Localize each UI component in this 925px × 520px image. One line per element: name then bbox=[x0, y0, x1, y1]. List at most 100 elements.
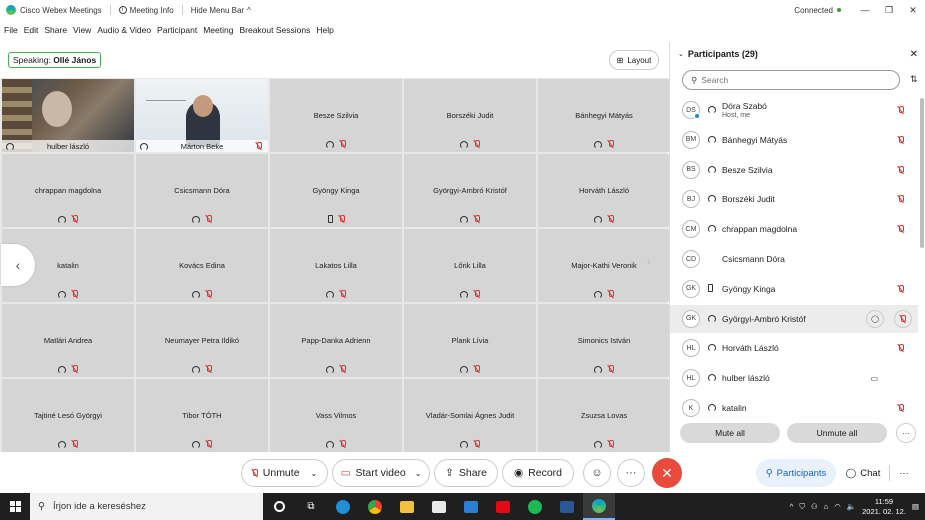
file-explorer-icon[interactable] bbox=[391, 493, 423, 520]
chat-button[interactable]: ◯ Chat bbox=[838, 459, 888, 487]
muted-mic-icon[interactable] bbox=[898, 284, 904, 293]
clock[interactable]: 11:59 2021. 02. 12. bbox=[862, 497, 906, 517]
muted-mic-icon[interactable] bbox=[898, 106, 904, 114]
participant-tile[interactable]: Tajtiné Lesó Györgyi bbox=[2, 379, 134, 452]
record-button[interactable]: ◉ Record bbox=[502, 459, 574, 487]
participant-tile[interactable]: Papp-Danka Adrienn bbox=[270, 304, 402, 377]
participant-tile[interactable]: Vass Vilmos bbox=[270, 379, 402, 452]
word-icon[interactable] bbox=[551, 493, 583, 520]
layout-button[interactable]: ⊞ Layout bbox=[609, 50, 659, 70]
volume-icon[interactable]: 🔈 bbox=[847, 502, 856, 511]
chevron-down-icon[interactable]: ⌄ bbox=[678, 50, 684, 58]
participant-tile[interactable]: Simonics István bbox=[538, 304, 670, 377]
chat-with-participant-button[interactable]: ◯ bbox=[866, 309, 884, 328]
taskbar-search[interactable]: ⚲ Írjon ide a kereséshez bbox=[30, 493, 263, 520]
menu-breakout-sessions[interactable]: Breakout Sessions bbox=[239, 25, 310, 35]
menu-view[interactable]: View bbox=[73, 25, 91, 35]
meeting-info-button[interactable]: i Meeting Info bbox=[118, 6, 174, 15]
chevron-down-icon[interactable]: ⌄ bbox=[311, 469, 318, 478]
scrollbar[interactable] bbox=[920, 98, 924, 248]
participant-search[interactable]: ⚲ bbox=[682, 70, 900, 90]
reactions-button[interactable]: ☺ bbox=[583, 459, 611, 487]
chevron-up-icon[interactable]: ^ bbox=[790, 502, 794, 511]
participant-row[interactable]: Kkatalin bbox=[670, 394, 918, 422]
security-icon[interactable]: ⛉ bbox=[799, 502, 805, 512]
cortana-icon[interactable] bbox=[263, 493, 295, 520]
close-panel-button[interactable]: ✕ bbox=[910, 49, 918, 60]
people-icon[interactable]: ⚇ bbox=[811, 502, 818, 511]
hide-menu-bar-button[interactable]: Hide Menu Bar ^ bbox=[191, 6, 251, 15]
menu-participant[interactable]: Participant bbox=[157, 25, 197, 35]
video-tile[interactable]: hulber lászló bbox=[2, 79, 134, 152]
participant-tile[interactable]: Tibor TÓTH bbox=[136, 379, 268, 452]
muted-mic-icon[interactable] bbox=[898, 165, 904, 174]
spotify-icon[interactable] bbox=[519, 493, 551, 520]
store-icon[interactable] bbox=[423, 493, 455, 520]
menu-meeting[interactable]: Meeting bbox=[203, 25, 233, 35]
share-button[interactable]: ⇪ Share bbox=[434, 459, 498, 487]
start-video-button[interactable]: ▭ Start video ⌄ bbox=[332, 459, 430, 487]
participant-row[interactable]: CM chrappan magdolna bbox=[670, 215, 918, 243]
more-options-button[interactable]: ··· bbox=[617, 459, 645, 487]
participant-row[interactable]: BJ Borszéki Judit bbox=[670, 185, 918, 213]
muted-mic-icon[interactable] bbox=[898, 344, 904, 352]
search-input[interactable] bbox=[701, 75, 882, 85]
participant-row[interactable]: HL hulber lászló ▭ bbox=[670, 364, 918, 392]
participant-tile[interactable]: Vladár-Somlai Ágnes Judit bbox=[404, 379, 536, 452]
participant-tile[interactable]: Zsuzsa Lovas bbox=[538, 379, 670, 452]
more-panels-button[interactable]: ··· bbox=[893, 459, 915, 487]
video-tile[interactable]: Márton Beke bbox=[136, 79, 268, 152]
participant-tile[interactable]: Neumayer Petra Ildikó bbox=[136, 304, 268, 377]
participants-panel-button[interactable]: ⚲ Participants bbox=[756, 459, 836, 487]
participant-tile[interactable]: Matlári Andrea bbox=[2, 304, 134, 377]
participant-tile[interactable]: Besze Szilvia bbox=[270, 79, 402, 152]
chrome-icon[interactable] bbox=[359, 493, 391, 520]
participant-mute-button[interactable] bbox=[894, 309, 912, 328]
minimize-button[interactable]: — bbox=[853, 0, 877, 20]
network-icon[interactable]: ⌂ bbox=[824, 502, 829, 511]
close-window-button[interactable]: ✕ bbox=[901, 0, 925, 20]
participant-row[interactable]: CD Csicsmann Dóra bbox=[670, 245, 918, 273]
menu-file[interactable]: File bbox=[4, 25, 18, 35]
unmute-button[interactable]: Unmute ⌄ bbox=[241, 459, 328, 487]
muted-mic-icon[interactable] bbox=[898, 195, 904, 203]
start-button[interactable] bbox=[0, 493, 30, 520]
participant-row[interactable]: DS Dóra Szabó Host, me bbox=[670, 96, 918, 124]
participant-row[interactable]: BM Bánhegyi Mátyás bbox=[670, 126, 918, 154]
webex-taskbar-icon[interactable] bbox=[583, 493, 615, 520]
menu-share[interactable]: Share bbox=[44, 25, 67, 35]
participant-tile[interactable]: Plank Lívia bbox=[404, 304, 536, 377]
task-view-icon[interactable]: ⧉ bbox=[295, 493, 327, 520]
muted-mic-icon[interactable] bbox=[898, 225, 904, 233]
menu-edit[interactable]: Edit bbox=[24, 25, 39, 35]
mute-all-button[interactable]: Mute all bbox=[680, 423, 780, 443]
participant-row[interactable]: GK Gyöngy Kinga bbox=[670, 275, 918, 303]
participant-tile[interactable]: Bánhegyi Mátyás bbox=[538, 79, 670, 152]
panel-more-button[interactable]: ··· bbox=[896, 423, 916, 443]
participant-tile[interactable]: Lőrik Lilla bbox=[404, 229, 536, 302]
menu-audio-video[interactable]: Audio & Video bbox=[97, 25, 151, 35]
sort-icon[interactable]: ⇅ bbox=[910, 74, 918, 85]
participant-tile[interactable]: Horváth László bbox=[538, 154, 670, 227]
unmute-all-button[interactable]: Unmute all bbox=[787, 423, 887, 443]
chevron-down-icon[interactable]: ⌄ bbox=[415, 469, 422, 478]
notifications-icon[interactable]: ▤ bbox=[912, 502, 919, 511]
participant-tile[interactable]: Kovács Edina bbox=[136, 229, 268, 302]
participant-tile[interactable]: chrappan magdolna bbox=[2, 154, 134, 227]
leave-meeting-button[interactable]: ✕ bbox=[652, 458, 682, 488]
menu-help[interactable]: Help bbox=[316, 25, 333, 35]
restore-button[interactable]: ❐ bbox=[877, 0, 901, 20]
muted-mic-icon[interactable] bbox=[898, 404, 904, 412]
participant-tile[interactable]: Gyöngy Kinga bbox=[270, 154, 402, 227]
mail-icon[interactable] bbox=[455, 493, 487, 520]
participant-tile[interactable]: Borszéki Judit bbox=[404, 79, 536, 152]
wifi-icon[interactable]: ◠ bbox=[834, 502, 841, 511]
netflix-icon[interactable] bbox=[487, 493, 519, 520]
participant-tile[interactable]: Csicsmann Dóra bbox=[136, 154, 268, 227]
muted-mic-icon[interactable] bbox=[898, 135, 904, 144]
participant-row[interactable]: BS Besze Szilvia bbox=[670, 156, 918, 184]
edge-icon[interactable] bbox=[327, 493, 359, 520]
participant-tile[interactable]: Lakatos Lilla bbox=[270, 229, 402, 302]
participant-row[interactable]: GK Györgyi-Ambró Kristóf ◯ bbox=[670, 304, 918, 333]
next-page-button[interactable]: › bbox=[647, 256, 651, 268]
